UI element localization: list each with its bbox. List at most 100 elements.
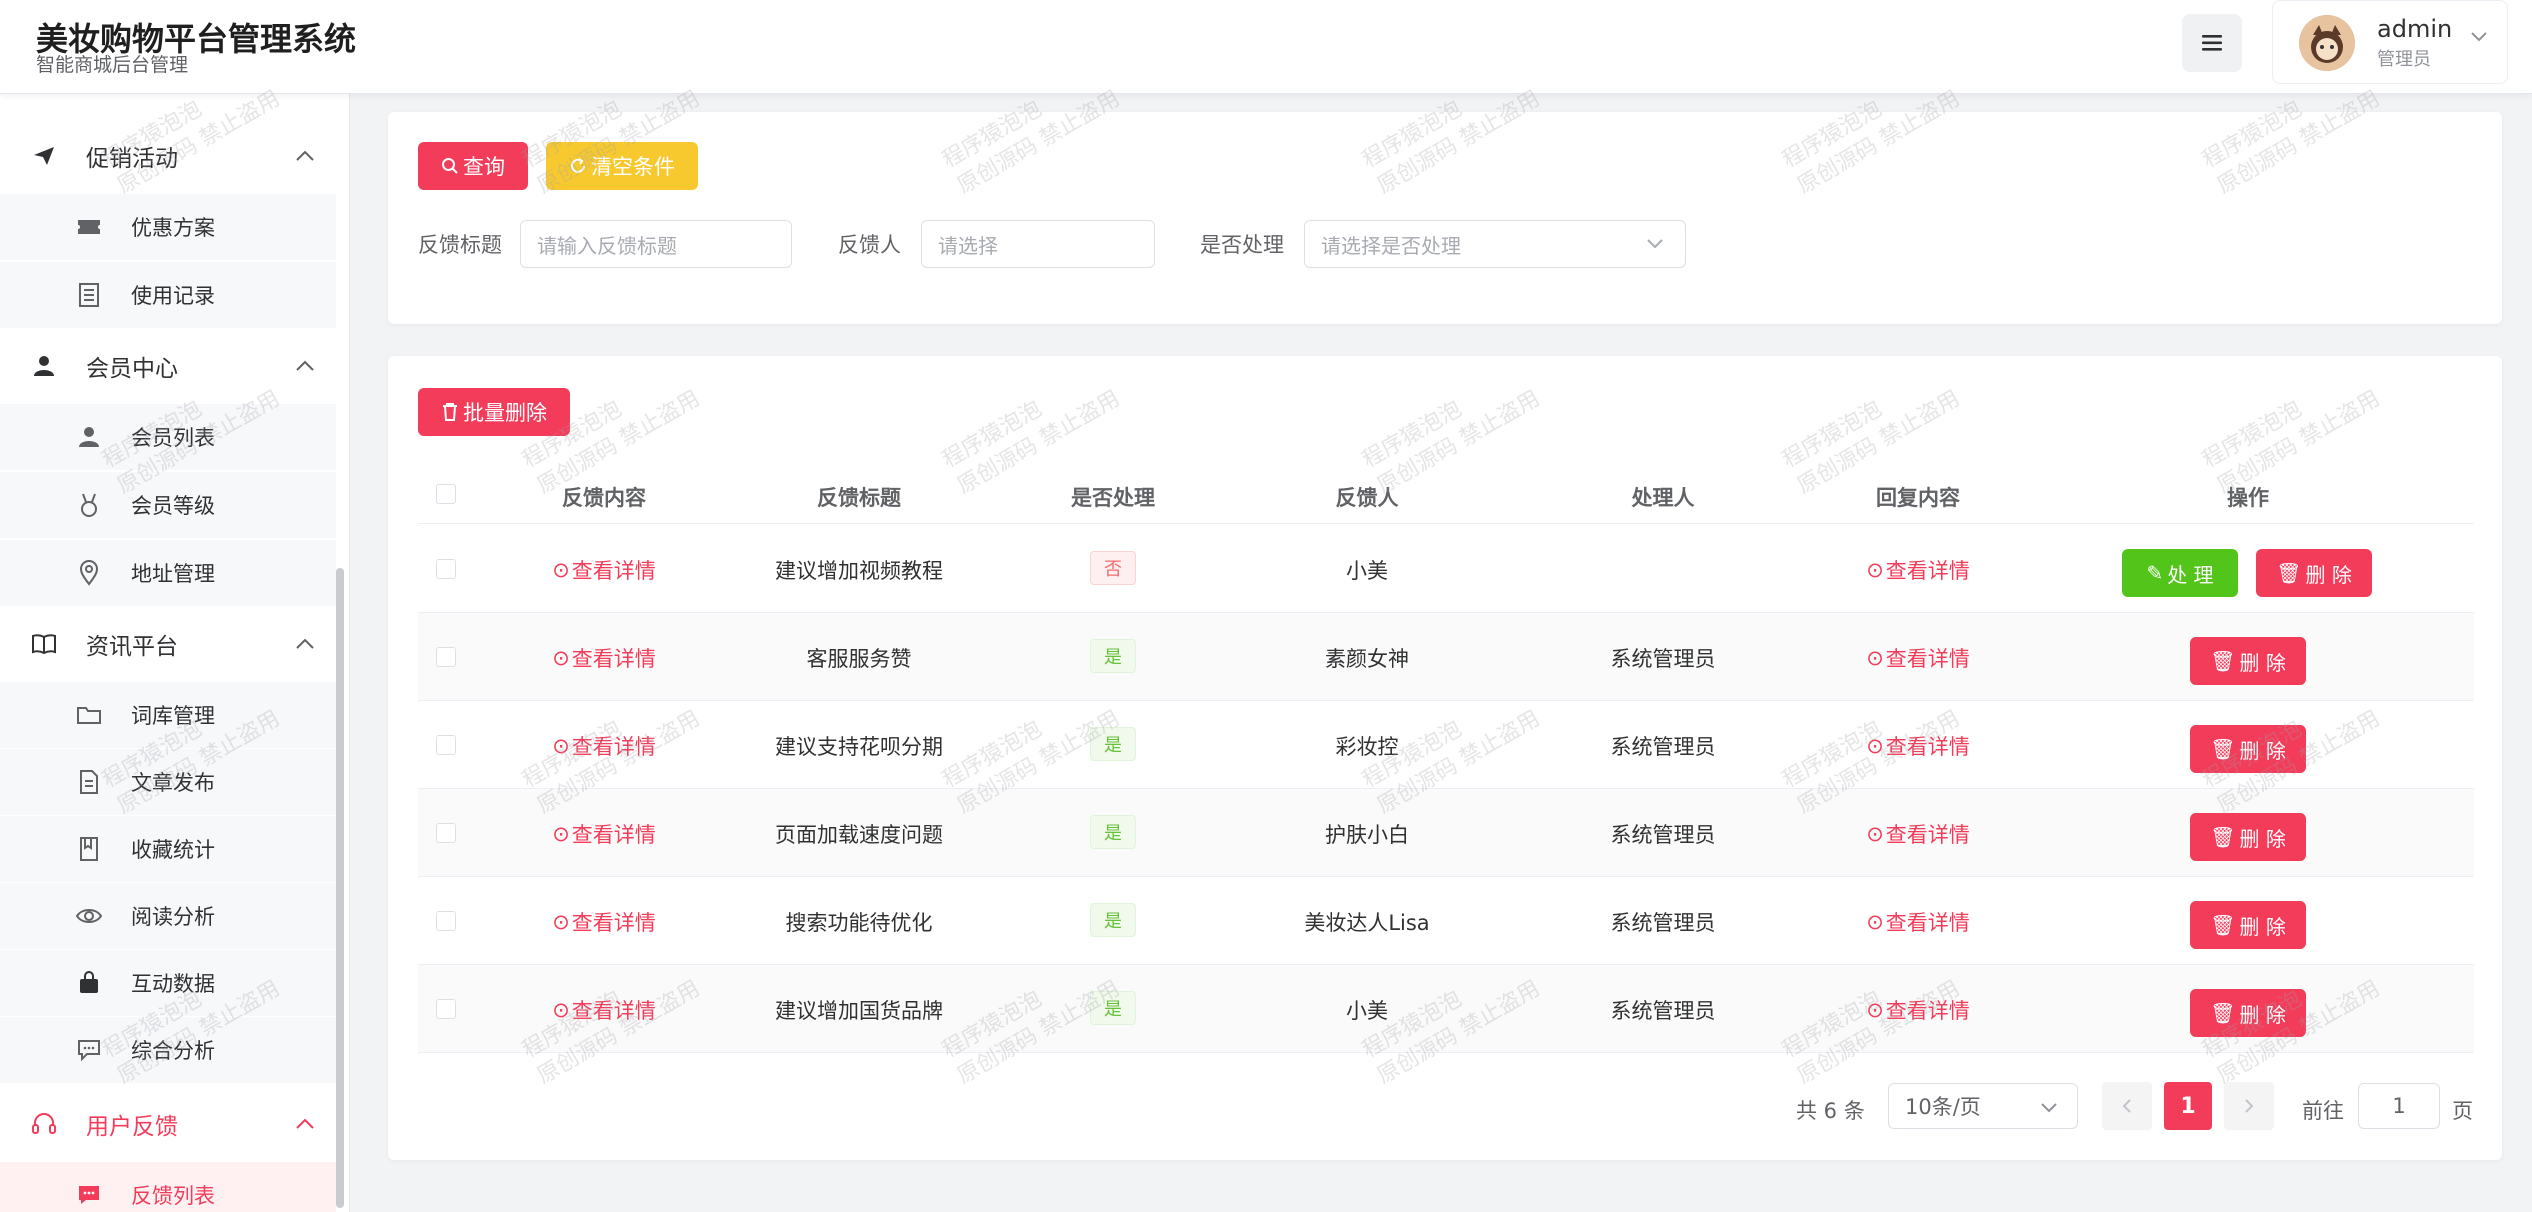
row-checkbox[interactable] [436,999,456,1019]
row-checkbox[interactable] [436,823,456,843]
chevron-left-icon [2122,1099,2131,1113]
delete-button[interactable]: 🗑 删 除 [2190,989,2306,1037]
status-badge: 是 [1090,727,1136,761]
view-reply-link[interactable]: ⊙ 查看详情 [1866,995,1970,1025]
ticket-icon [74,212,104,242]
sidebar-item-coupon-plan[interactable]: 优惠方案 [0,194,336,260]
clear-label: 清空条件 [591,155,675,179]
view-reply-link[interactable]: ⊙ 查看详情 [1866,555,1970,585]
feedback-person: 美妆达人Lisa [1304,911,1430,935]
view-content-link[interactable]: ⊙ 查看详情 [552,995,656,1025]
trash-icon: 🗑 [2276,561,2302,585]
sidebar-item-favorites[interactable]: 收藏统计 [0,816,336,882]
title-filter-label: 反馈标题 [418,233,502,257]
user-menu[interactable]: admin 管理员 [2272,0,2508,84]
view-content-link[interactable]: ⊙ 查看详情 [552,819,656,849]
eye-icon: ⊙ [552,646,570,670]
medal-icon [74,490,104,520]
page-size-value: 10条/页 [1905,1095,1981,1119]
sidebar-item-label: 会员列表 [131,426,215,450]
eye-icon: ⊙ [1866,910,1884,934]
sidebar-item-label: 优惠方案 [131,216,215,240]
sidebar-item-article[interactable]: 文章发布 [0,749,336,815]
person-select[interactable]: 请选择 [921,220,1155,268]
send-icon [30,142,58,170]
view-reply-link[interactable]: ⊙ 查看详情 [1866,907,1970,937]
row-checkbox[interactable] [436,911,456,931]
refresh-icon [571,158,585,173]
chevron-up-icon [296,638,314,649]
view-reply-link[interactable]: ⊙ 查看详情 [1866,643,1970,673]
prev-page-button[interactable] [2102,1082,2152,1130]
user-role: 管理员 [2377,49,2431,70]
sidebar-item-address[interactable]: 地址管理 [0,540,336,606]
user-icon [30,352,58,380]
view-content-link[interactable]: ⊙ 查看详情 [552,643,656,673]
sidebar-group-promotion[interactable]: 促销活动 [0,124,349,188]
sidebar-item-analysis[interactable]: 综合分析 [0,1017,336,1083]
delete-button[interactable]: 🗑 删 除 [2190,637,2306,685]
person-placeholder: 请选择 [938,233,998,258]
page-size-select[interactable]: 10条/页 [1888,1083,2078,1129]
filter-card: 查询 清空条件 反馈标题 请输入反馈标题 反馈人 请选择 是否处理 请选择是否处… [388,112,2502,324]
sidebar-group-feedback[interactable]: 用户反馈 [0,1092,349,1156]
handled-placeholder: 请选择是否处理 [1321,233,1461,258]
status-badge: 是 [1090,991,1136,1025]
feedback-title: 建议增加视频教程 [775,559,943,583]
chevron-up-icon [296,150,314,161]
view-content-link[interactable]: ⊙ 查看详情 [552,907,656,937]
goto-page-input[interactable]: 1 [2358,1083,2440,1129]
feedback-title: 建议支持花呗分期 [775,735,943,759]
select-all-checkbox[interactable] [436,484,456,504]
column-header: 反馈标题 [817,486,901,510]
delete-button[interactable]: 🗑 删 除 [2256,549,2372,597]
sidebar-scrollbar[interactable] [336,568,344,1208]
row-checkbox[interactable] [436,647,456,667]
eye-icon: ⊙ [1866,646,1884,670]
batch-delete-button[interactable]: 批量删除 [418,388,570,436]
table-row: ⊙ 查看详情 页面加载速度问题 是 护肤小白 系统管理员 ⊙ 查看详情 🗑 删 除 [418,789,2474,877]
chevron-up-icon [296,360,314,371]
sidebar-item-lexicon[interactable]: 词库管理 [0,682,336,748]
next-page-button[interactable] [2224,1082,2274,1130]
delete-button[interactable]: 🗑 删 除 [2190,725,2306,773]
sidebar-group-info[interactable]: 资讯平台 [0,612,349,676]
sidebar-item-usage-record[interactable]: 使用记录 [0,262,336,328]
sidebar-item-interaction[interactable]: 互动数据 [0,950,336,1016]
table-row: ⊙ 查看详情 建议支持花呗分期 是 彩妆控 系统管理员 ⊙ 查看详情 🗑 删 除 [418,701,2474,789]
delete-button[interactable]: 🗑 删 除 [2190,813,2306,861]
sidebar-item-label: 文章发布 [131,771,215,795]
sidebar-item-feedback-list[interactable]: 反馈列表 [0,1162,336,1212]
title-input[interactable]: 请输入反馈标题 [520,220,792,268]
sidebar-item-label: 会员等级 [131,494,215,518]
delete-button[interactable]: 🗑 删 除 [2190,901,2306,949]
sidebar-item-member-list[interactable]: 会员列表 [0,404,336,470]
process-button[interactable]: ✎ 处 理 [2122,549,2238,597]
trash-icon: 🗑 [2210,913,2236,937]
goto-suffix: 页 [2452,1099,2473,1123]
page-number-current[interactable]: 1 [2164,1082,2212,1130]
view-reply-link[interactable]: ⊙ 查看详情 [1866,819,1970,849]
menu-toggle-button[interactable] [2182,14,2242,72]
document-icon [74,767,104,797]
feedback-title: 页面加载速度问题 [775,823,943,847]
row-checkbox[interactable] [436,559,456,579]
view-reply-link[interactable]: ⊙ 查看详情 [1866,731,1970,761]
person-filter-label: 反馈人 [838,233,901,257]
handled-filter-label: 是否处理 [1200,233,1284,257]
clear-button[interactable]: 清空条件 [546,142,698,190]
sidebar-group-member[interactable]: 会员中心 [0,334,349,398]
row-checkbox[interactable] [436,735,456,755]
view-content-link[interactable]: ⊙ 查看详情 [552,731,656,761]
sidebar-item-member-level[interactable]: 会员等级 [0,472,336,538]
eye-icon: ⊙ [552,558,570,582]
handler: 系统管理员 [1610,823,1716,847]
view-content-link[interactable]: ⊙ 查看详情 [552,555,656,585]
sidebar-item-reading[interactable]: 阅读分析 [0,883,336,949]
handled-select[interactable]: 请选择是否处理 [1304,220,1686,268]
query-button[interactable]: 查询 [418,142,528,190]
avatar [2299,15,2355,71]
goto-prefix: 前往 [2302,1099,2344,1123]
folder-icon [74,700,104,730]
sidebar: 促销活动 优惠方案 使用记录 会员中心 会员列表 会员等级 地址管理 资讯平台 … [0,94,350,1212]
